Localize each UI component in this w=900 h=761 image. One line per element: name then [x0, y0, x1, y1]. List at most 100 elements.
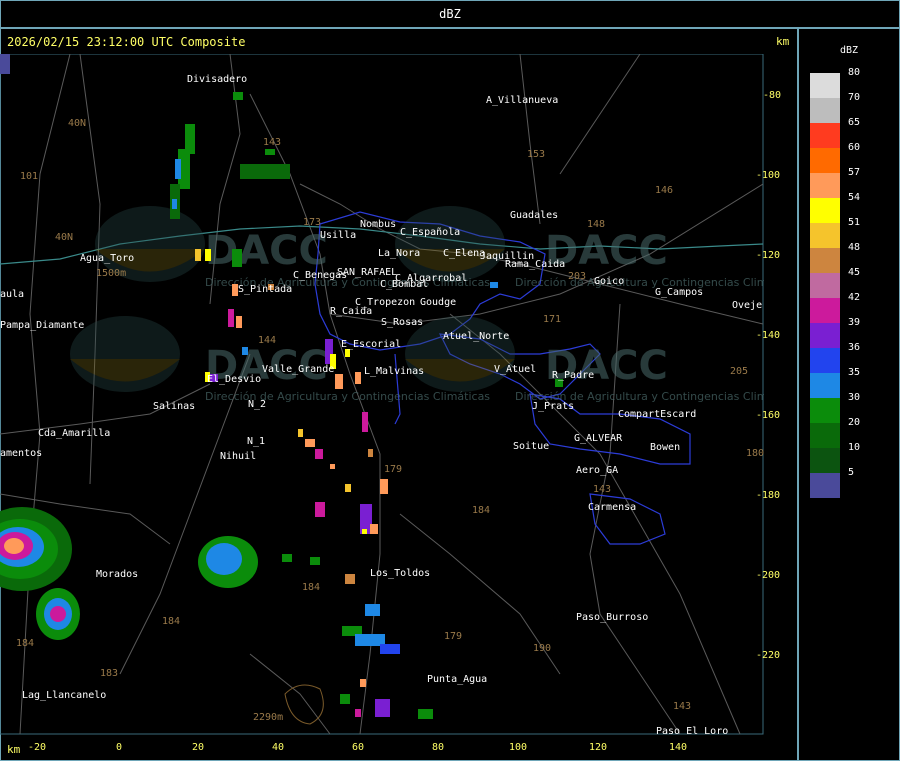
place-label: S_Rosas [381, 317, 423, 328]
y-tick-label: -200 [756, 570, 781, 581]
svg-text:148: 148 [587, 219, 605, 230]
place-label: Cda_Amarilla [38, 428, 110, 439]
route-labels: 40N 40N 101 143 153 146 148 203 171 144 … [16, 118, 764, 723]
y-tick-label: -100 [756, 170, 781, 181]
svg-text:153: 153 [527, 149, 545, 160]
place-label: Agua_Toro [80, 253, 134, 264]
radar-map[interactable]: DACC DACC DACC DACC Dirección de Agricul… [0, 54, 764, 735]
route-label: 171 [543, 314, 561, 325]
svg-text:143: 143 [593, 484, 611, 495]
svg-text:173: 173 [303, 217, 321, 228]
km-unit-label-bottom: km [7, 743, 21, 756]
place-label: G_ALVEAR [574, 433, 623, 444]
svg-text:179: 179 [384, 464, 402, 475]
place-label: N_1 [247, 436, 265, 447]
place-label: Goudge [420, 297, 456, 308]
place-label: Guadales [510, 210, 558, 221]
svg-text:40N: 40N [55, 232, 73, 243]
svg-text:184: 184 [472, 505, 490, 516]
place-label: Usilla [320, 230, 356, 241]
legend-swatch [810, 448, 840, 473]
svg-text:143: 143 [673, 701, 691, 712]
legend-value: 45 [848, 267, 861, 278]
legend-swatch [810, 273, 840, 298]
place-label: Valle_Grande [262, 364, 334, 375]
legend-swatch [810, 123, 840, 148]
place-label: Carmensa [588, 502, 636, 513]
legend-value: 42 [848, 292, 861, 303]
y-tick-label: -160 [756, 410, 781, 421]
place-label: J_Prats [532, 401, 574, 412]
legend-value: 10 [848, 442, 861, 453]
legend-value: 5 [848, 467, 855, 478]
legend-value: 39 [848, 317, 861, 328]
place-label: SAN_RAFAEL [337, 267, 397, 278]
place-label: C_Española [400, 227, 460, 238]
legend-swatch [810, 173, 840, 198]
y-tick-label: -120 [756, 250, 781, 261]
place-label: N_2 [248, 399, 266, 410]
place-label: C_Bombal [380, 279, 428, 290]
place-label: L_Malvinas [364, 366, 424, 377]
place-label: Oveje [732, 300, 762, 311]
legend-swatch [810, 223, 840, 248]
place-label: Atuel_Norte [443, 331, 509, 342]
place-label: G_Campos [655, 287, 703, 298]
place-label: Paso_El_Loro [656, 726, 728, 735]
place-label: Punta_Agua [427, 674, 487, 685]
window-title: dBZ [439, 7, 461, 21]
place-label: C_Elena [443, 248, 485, 259]
title-bar: dBZ [0, 0, 900, 28]
svg-text:Dirección de Agricultura y Con: Dirección de Agricultura y Contingencias… [515, 276, 764, 289]
x-tick-label: 100 [509, 742, 528, 753]
svg-text:183: 183 [100, 668, 118, 679]
place-label: Goico [594, 276, 624, 287]
place-label: Pampa_Diamante [0, 320, 84, 331]
y-tick-label: -180 [756, 490, 781, 501]
route-label-179: 179 [444, 631, 462, 642]
legend-value: 57 [848, 167, 861, 178]
legend-value: 65 [848, 117, 861, 128]
place-label: Aero_GA [576, 465, 618, 476]
legend-swatch [810, 323, 840, 348]
svg-text:101: 101 [20, 171, 38, 182]
km-unit-label: km [776, 35, 790, 48]
place-label: Salinas [153, 401, 195, 412]
place-label: E_Escorial [341, 339, 401, 350]
svg-text:184: 184 [302, 582, 320, 593]
x-tick-label: 120 [589, 742, 608, 753]
x-tick-label: -20 [28, 742, 47, 753]
svg-text:203: 203 [568, 271, 586, 282]
place-label: Bowen [650, 442, 680, 453]
legend-title: dBZ [840, 45, 859, 56]
place-label: Nombus [360, 219, 396, 230]
legend-swatch [810, 398, 840, 423]
legend-value: 48 [848, 242, 861, 253]
legend-swatch [810, 298, 840, 323]
legend-value: 60 [848, 142, 861, 153]
legend-swatch [810, 148, 840, 173]
legend-value: 36 [848, 342, 861, 353]
legend-value: 20 [848, 417, 861, 428]
x-tick-label: 80 [432, 742, 445, 753]
timestamp-label: 2026/02/15 23:12:00 UTC Composite [7, 35, 246, 49]
place-label: V_Atuel [494, 364, 536, 375]
legend-swatch [810, 473, 840, 498]
legend-swatch [810, 248, 840, 273]
y-tick-label: -140 [756, 330, 781, 341]
svg-text:2290m: 2290m [253, 712, 283, 723]
svg-text:180: 180 [746, 448, 764, 459]
place-label: R_Padre [552, 370, 594, 381]
y-tick-label: -80 [763, 90, 782, 101]
svg-text:143: 143 [263, 137, 281, 148]
place-label: El_Desvio [207, 374, 261, 385]
place-label: Paso_Burroso [576, 612, 648, 623]
svg-text:184: 184 [162, 616, 180, 627]
contour [284, 684, 324, 725]
legend-swatch [810, 373, 840, 398]
legend-value: 35 [848, 367, 861, 378]
place-label: CompartEscard [618, 409, 696, 420]
svg-text:144: 144 [258, 335, 276, 346]
x-tick-label: 0 [116, 742, 123, 753]
place-label: S_Pintada [238, 284, 292, 295]
